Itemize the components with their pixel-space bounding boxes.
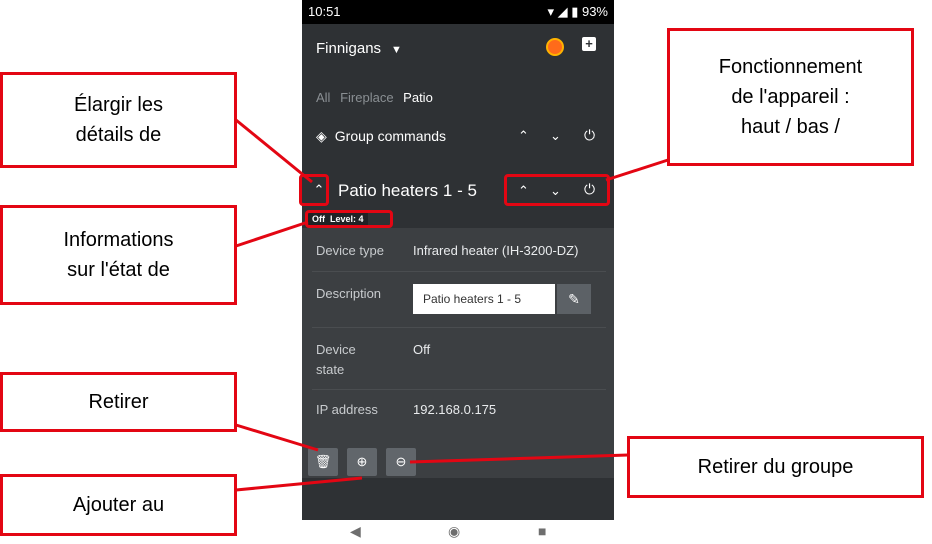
callout-expand-line2: détails de: [75, 124, 162, 146]
callout-status-line2: sur l'état de: [67, 259, 170, 281]
callout-status: Informations sur l'état de: [0, 205, 237, 305]
callout-function-line3: haut / bas /: [741, 116, 840, 138]
callout-function-line1: Fonctionnement: [718, 56, 863, 78]
callout-function: Fonctionnement de l'appareil : haut / bas …: [667, 28, 914, 166]
callout-remove-text: Retirer: [88, 391, 149, 413]
callout-expand: Élargir les détails de: [0, 72, 237, 168]
callout-add: Ajouter au: [0, 474, 237, 536]
callout-status-text: Informations sur l'état de: [63, 225, 173, 285]
callout-remove: Retirer: [0, 372, 237, 432]
callout-status-line1: Informations: [63, 229, 174, 251]
callout-remove-group-text: Retirer du groupe: [697, 456, 854, 478]
callout-function-line2: de l'appareil :: [731, 86, 850, 108]
callout-expand-line1: Élargir les: [74, 94, 163, 116]
callout-expand-text: Élargir les détails de: [74, 90, 163, 150]
callout-remove-group: Retirer du groupe: [627, 436, 924, 498]
callout-add-text: Ajouter au: [72, 494, 165, 516]
callout-function-text: Fonctionnement de l'appareil : haut / bas …: [719, 52, 862, 142]
